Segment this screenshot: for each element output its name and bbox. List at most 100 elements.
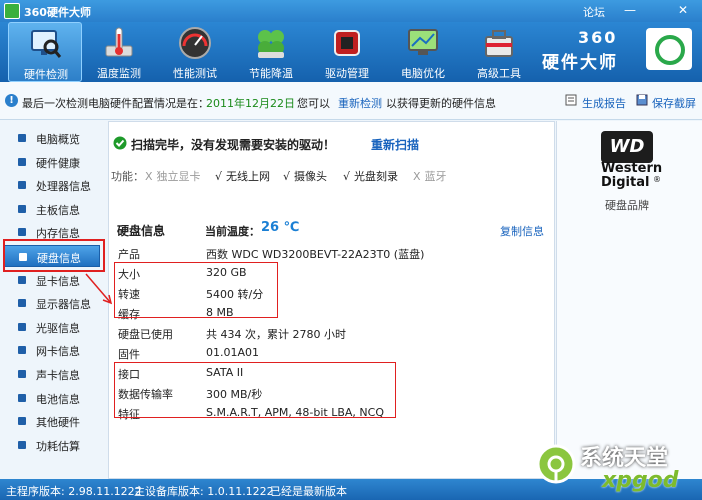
feature-item: √ 无线上网	[215, 168, 270, 184]
check-ok-icon	[113, 136, 127, 153]
sidebar-item-label: 其他硬件	[36, 416, 80, 430]
disk-row-value: 西数 WDC WD3200BEVT-22A23T0 (蓝盘)	[206, 248, 425, 261]
sidebar-item[interactable]: 功耗估算	[4, 434, 100, 456]
copy-info-link[interactable]: 复制信息	[500, 223, 544, 239]
sidebar-item[interactable]: 网卡信息	[4, 339, 100, 361]
last-check-date: 2011年12月22日	[206, 97, 295, 110]
watermark-sub: xpgod	[602, 468, 679, 493]
info-middle: 您可以	[297, 97, 330, 110]
bullet-icon	[18, 370, 26, 378]
window-title: 360硬件大师	[24, 6, 91, 19]
info-icon: !	[5, 94, 18, 107]
save-screenshot-button[interactable]: 保存截屏	[652, 95, 696, 111]
feature-name: 摄像头	[294, 170, 328, 183]
screen-optimize-icon	[406, 26, 440, 60]
temp-label: 当前温度：	[205, 225, 260, 238]
sidebar-item[interactable]: 其他硬件	[4, 410, 100, 432]
rescan-link[interactable]: 重新扫描	[371, 136, 419, 153]
bullet-icon	[18, 417, 26, 426]
disk-row-value: 01.01A01	[206, 346, 260, 359]
features-label: 功能：	[111, 170, 144, 183]
tab-hardware-detect[interactable]: 硬件检测	[8, 22, 82, 82]
generate-report-button[interactable]: 生成报告	[582, 95, 626, 111]
disk-section-title: 硬盘信息	[117, 224, 166, 238]
feature-name: 光盘刻录	[354, 170, 399, 183]
sidebar-item-label: 电池信息	[36, 392, 80, 406]
tab-label: 高级工具	[477, 67, 521, 80]
brand-caption: 硬盘品牌	[605, 199, 649, 212]
highlight-box-sidebar	[3, 239, 105, 272]
app-window: 360硬件大师 论坛 — ✕ 硬件检测 温度监测 性能测试 节能降温 驱动管理 …	[0, 0, 702, 500]
tab-temperature[interactable]: 温度监测	[82, 22, 156, 82]
annotation-arrow	[85, 273, 113, 305]
latest-version-status: 已经是最新版本	[270, 485, 347, 498]
main-panel: 扫描完毕，没有发现需要安装的驱动！ 重新扫描 功能： X 独立显卡 √ 无线上网 √ 摄像…	[108, 121, 555, 479]
tab-label: 节能降温	[249, 67, 293, 80]
sidebar-item[interactable]: 电脑概览	[4, 127, 100, 149]
info-bar: ! 最后一次检测电脑硬件配置情况是在： 2011年12月22日 您可以 重新检测…	[0, 82, 702, 120]
sidebar-item[interactable]: 电池信息	[4, 387, 100, 409]
recheck-link[interactable]: 重新检测	[338, 95, 382, 111]
highlight-box-interface	[114, 362, 396, 418]
bullet-icon	[18, 440, 26, 449]
tab-pc-optimize[interactable]: 电脑优化	[386, 22, 460, 82]
minimize-button[interactable]: —	[619, 2, 641, 19]
tab-advanced-tools[interactable]: 高级工具	[462, 22, 536, 82]
bullet-icon	[18, 134, 26, 142]
brand-logo: 360 硬件大师	[542, 28, 694, 80]
feature-mark: √	[283, 170, 291, 183]
sidebar-item[interactable]: 处理器信息	[4, 174, 100, 196]
highlight-box-capacity	[114, 262, 278, 318]
sidebar-item[interactable]: 硬件健康	[4, 151, 100, 173]
title-bar: 360硬件大师 论坛 — ✕	[0, 0, 702, 22]
feature-mark: X	[145, 170, 153, 183]
disk-row-label: 产品	[118, 248, 140, 261]
feature-name: 独立显卡	[156, 170, 201, 183]
sidebar-item-label: 显卡信息	[36, 274, 80, 288]
tab-label: 驱动管理	[325, 67, 369, 80]
report-icon	[565, 94, 577, 109]
disk-row-label: 固件	[118, 348, 140, 361]
tab-label: 电脑优化	[401, 67, 445, 80]
tab-label: 硬件检测	[24, 68, 68, 81]
sidebar-item-label: 声卡信息	[36, 369, 80, 382]
temp-value: 26 ℃	[261, 220, 300, 235]
bullet-icon	[18, 181, 26, 190]
speedometer-icon	[178, 26, 212, 60]
forum-link[interactable]: 论坛	[583, 4, 605, 20]
info-suffix: 以获得更新的硬件信息	[386, 97, 496, 110]
sidebar-item-label: 主板信息	[36, 203, 80, 217]
sidebar-item-label: 功耗估算	[36, 439, 80, 453]
tab-performance[interactable]: 性能测试	[158, 22, 232, 82]
wd-logo: WD	[601, 131, 653, 163]
thermometer-icon	[102, 26, 136, 60]
sidebar-item-label: 电脑概览	[36, 133, 80, 146]
disk-row-value: 共 434 次，累计 2780 小时	[206, 328, 346, 341]
feature-mark: √	[343, 170, 351, 183]
bullet-icon	[18, 275, 26, 284]
feature-mark: √	[215, 170, 223, 183]
watermark: 系统天堂 xpgod	[536, 440, 698, 500]
app-logo-icon	[4, 3, 20, 19]
bullet-icon	[18, 157, 26, 166]
disk-row-label: 硬盘已使用	[118, 328, 173, 341]
sidebar-item[interactable]: 主板信息	[4, 198, 100, 220]
bullet-icon	[18, 322, 26, 331]
monitor-magnifier-icon	[29, 27, 63, 61]
tab-driver-management[interactable]: 驱动管理	[310, 22, 384, 82]
sidebar-item[interactable]: 光驱信息	[4, 316, 100, 338]
main-version: 主程序版本: 2.98.11.1222	[6, 485, 142, 498]
driver-chip-icon	[330, 26, 364, 60]
tab-energy-saving[interactable]: 节能降温	[234, 22, 308, 82]
brand-panel: WD Western Digital ® 硬盘品牌	[556, 121, 702, 479]
info-prefix: 最后一次检测电脑硬件配置情况是在：	[22, 97, 209, 110]
brand-line1: 360	[578, 28, 618, 47]
clover-icon	[254, 26, 288, 60]
watermark-logo-icon	[536, 444, 576, 484]
sidebar-item[interactable]: 声卡信息	[4, 363, 100, 385]
feature-item: √ 摄像头	[283, 168, 327, 184]
feature-item: √ 光盘刻录	[343, 168, 398, 184]
close-button[interactable]: ✕	[672, 2, 694, 19]
bullet-icon	[18, 299, 26, 308]
wd-logo-line1: Western	[601, 161, 663, 176]
